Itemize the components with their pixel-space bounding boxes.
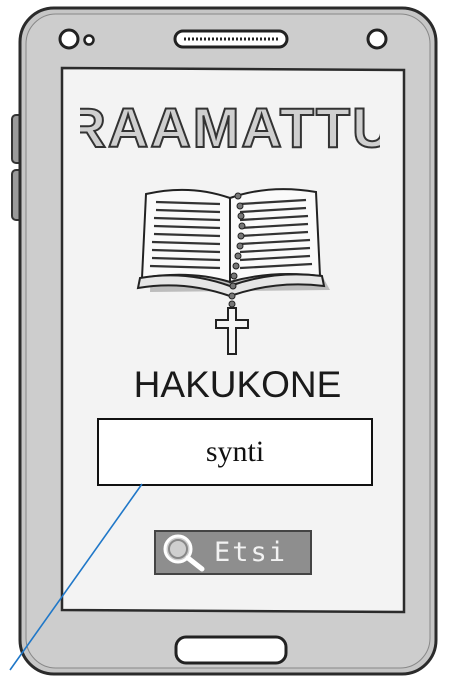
app-title: RAAMATTU [64, 92, 393, 162]
magnifier-icon [163, 534, 205, 572]
search-input[interactable]: synti [97, 418, 373, 486]
speaker-grille-icon [173, 29, 289, 49]
search-button[interactable]: Etsi [154, 530, 312, 575]
bible-with-rosary-icon [136, 188, 330, 355]
search-input-value: synti [205, 435, 265, 468]
app-subtitle: HAKUKONE [133, 364, 342, 405]
sensor-icon [366, 28, 388, 50]
search-button-label: Etsi [214, 537, 288, 568]
home-button[interactable] [172, 633, 290, 667]
camera-icon [58, 28, 95, 50]
phone-mockup: RAAMATTU HAKUKONE synti Etsi [0, 0, 449, 684]
app-title-text: RAAMATTU [80, 96, 380, 159]
